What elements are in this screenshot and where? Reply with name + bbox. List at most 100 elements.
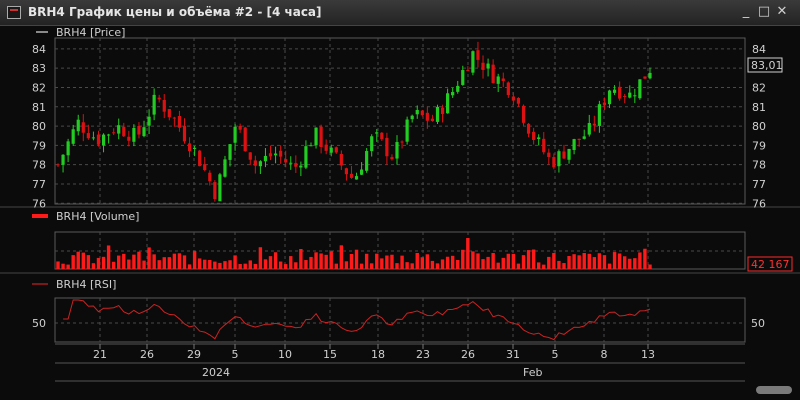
volume-legend[interactable]: BRH4 [Volume] <box>32 210 139 223</box>
volume-bar <box>435 263 440 269</box>
rsi-legend[interactable]: BRH4 [RSI] <box>32 278 116 291</box>
volume-bar <box>319 253 323 269</box>
volume-bar <box>557 260 561 269</box>
candle-down <box>425 112 429 121</box>
volume-legend-swatch <box>32 214 48 218</box>
volume-bar <box>375 253 379 269</box>
volume-bar <box>314 252 318 269</box>
volume-bar <box>91 263 96 269</box>
price-tick-left: 83 <box>32 62 46 75</box>
candle-down <box>547 152 551 158</box>
candle-up <box>451 91 455 96</box>
title-bar[interactable]: BRH4 График цены и объёма #2 - [4 часа] … <box>0 0 800 26</box>
candle-down <box>481 62 485 70</box>
volume-bar <box>521 255 526 269</box>
candle-down <box>385 137 389 157</box>
day-label: 18 <box>371 348 385 361</box>
volume-bar <box>203 259 207 269</box>
candle-up <box>76 119 80 132</box>
volume-bar <box>531 249 536 269</box>
candle-down <box>344 168 349 175</box>
candle-down <box>162 100 166 112</box>
candle-down <box>390 157 394 160</box>
volume-bar <box>137 251 141 269</box>
volume-bar <box>299 249 303 269</box>
candle-down <box>349 173 354 178</box>
window-title: BRH4 График цены и объёма #2 - [4 часа] <box>28 5 322 19</box>
day-label: 31 <box>506 348 520 361</box>
candle-up <box>628 92 632 98</box>
volume-bar <box>162 257 166 269</box>
volume-bar <box>526 250 531 269</box>
volume-bar <box>263 259 268 269</box>
candle-down <box>506 82 510 96</box>
candle-down <box>122 126 126 137</box>
candle-up <box>567 148 571 160</box>
candle-up <box>461 70 465 85</box>
candle-up <box>607 90 612 105</box>
volume-bar <box>329 251 333 269</box>
horizontal-scrollbar[interactable] <box>756 386 792 394</box>
volume-bar <box>76 251 80 269</box>
rsi-tick-left: 50 <box>32 317 46 330</box>
volume-bar <box>597 253 602 269</box>
price-legend[interactable]: BRH4 [Price] <box>36 26 125 39</box>
volume-bar <box>147 247 151 269</box>
candle-up <box>309 145 313 147</box>
day-label: 26 <box>461 348 475 361</box>
volume-bar <box>304 260 308 269</box>
chart-window-icon[interactable] <box>7 6 21 19</box>
candle-down <box>319 126 323 148</box>
volume-bar <box>283 264 288 269</box>
candle-up <box>365 151 369 171</box>
volume-bar <box>511 253 516 269</box>
volume-bar <box>547 256 551 269</box>
candle-down <box>56 164 60 166</box>
candle-up <box>587 123 591 135</box>
chart-window: BRH4 График цены и объёма #2 - [4 часа] … <box>0 0 800 400</box>
volume-bar <box>461 249 465 269</box>
volume-bar <box>612 252 617 269</box>
candle-down <box>577 138 581 141</box>
candle-down <box>203 164 207 171</box>
price-tick-left: 80 <box>32 120 46 133</box>
volume-bar <box>197 258 202 269</box>
candle-down <box>127 136 131 141</box>
candle-up <box>496 76 500 84</box>
candle-down <box>602 102 607 105</box>
day-label: 13 <box>641 348 655 361</box>
price-tick-right: 78 <box>752 159 766 172</box>
candle-up <box>289 162 293 164</box>
volume-bar <box>395 263 399 269</box>
volume-bar <box>450 255 455 269</box>
close-button[interactable]: ✕ <box>774 4 790 20</box>
volume-bar <box>228 260 232 269</box>
candle-down <box>279 150 283 157</box>
volume-bar <box>238 264 242 269</box>
price-tick-right: 79 <box>752 139 766 152</box>
candle-down <box>476 50 480 60</box>
price-tick-left: 82 <box>32 81 46 94</box>
volume-bar <box>101 256 106 269</box>
candle-up <box>648 72 652 79</box>
candle-down <box>294 163 298 167</box>
candle-up <box>375 132 379 134</box>
candle-down <box>623 96 627 98</box>
minimize-button[interactable]: _ <box>738 4 754 20</box>
price-tick-right: 76 <box>752 197 766 210</box>
candle-up <box>233 126 237 143</box>
candle-down <box>532 131 536 141</box>
volume-bar <box>172 253 177 269</box>
volume-bar <box>289 256 293 269</box>
volume-bar <box>420 257 425 269</box>
candle-up <box>314 127 318 146</box>
maximize-button[interactable]: □ <box>756 4 772 20</box>
volume-bar <box>177 253 182 269</box>
volume-bar <box>516 263 521 269</box>
candle-up <box>354 176 359 180</box>
day-label: 23 <box>416 348 430 361</box>
candle-up <box>582 136 586 139</box>
price-panel-frame <box>54 37 746 205</box>
candle-up <box>299 165 303 168</box>
chart-area[interactable]: 84 848382 8281 8180 8079 7978 7877 7776 76 21 26 2… <box>0 26 800 400</box>
